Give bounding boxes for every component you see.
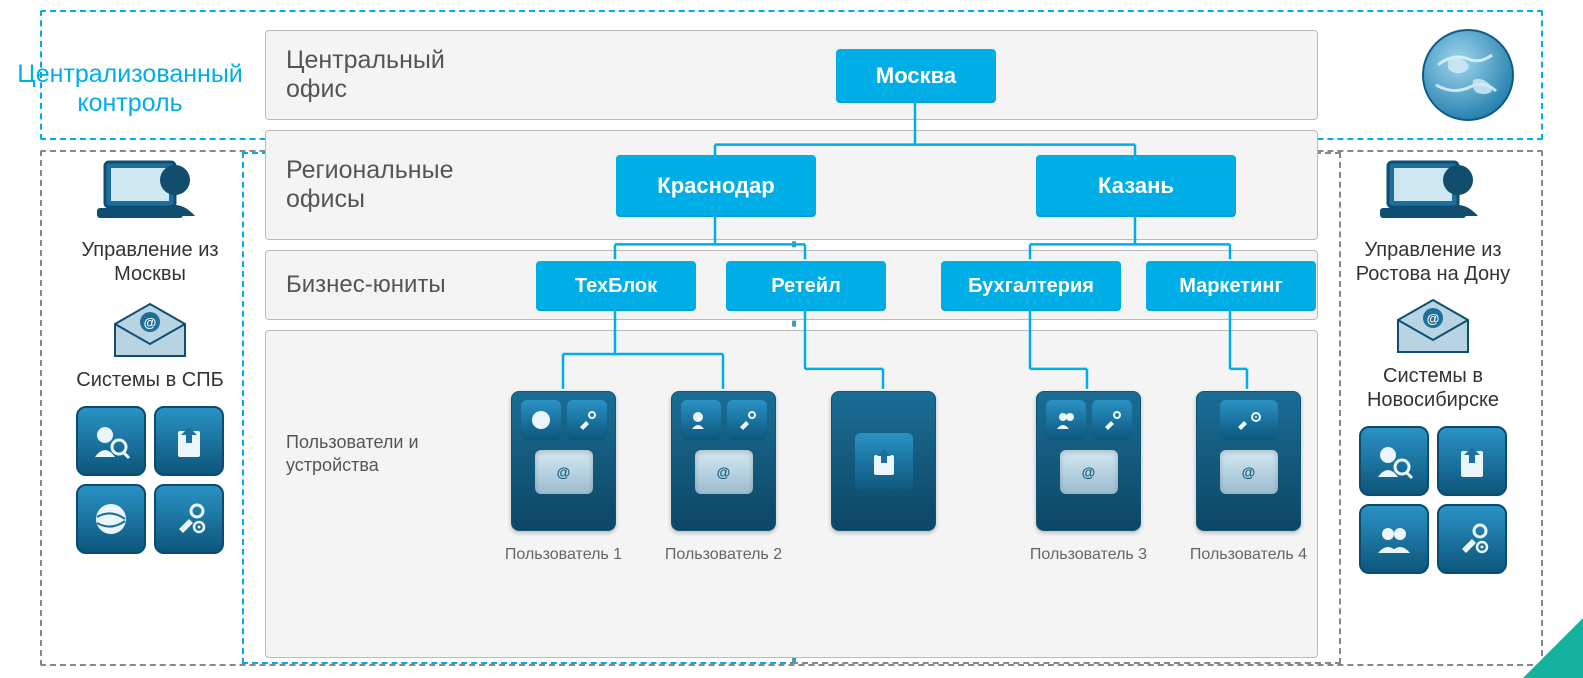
row-central-office: Центральный офис Москва	[265, 30, 1318, 120]
user-search-icon	[76, 406, 146, 476]
row-users-label: Пользователи и устройства	[286, 431, 466, 476]
mail-icon: @	[111, 302, 189, 360]
user3-caption: Пользователь 3	[1021, 546, 1156, 564]
right-manage-label: Управление из Ростова на Дону	[1338, 238, 1528, 286]
tools-mini-icon	[567, 400, 607, 440]
users-group-mini-icon	[1046, 400, 1086, 440]
laptop-user-icon	[1378, 150, 1488, 230]
node-accounting: Бухгалтерия	[941, 261, 1121, 311]
row-regional-label: Региональные офисы	[266, 156, 496, 214]
mail-projector-icon	[695, 450, 753, 494]
user-search-mini-icon	[681, 400, 721, 440]
row-central-label: Центральный офис	[266, 46, 496, 104]
user4-caption: Пользователь 4	[1181, 546, 1316, 564]
node-kazan: Казань	[1036, 155, 1236, 217]
upload-doc-icon	[154, 406, 224, 476]
node-retail: Ретейл	[726, 261, 886, 311]
laptop-user-icon	[95, 150, 205, 230]
user-search-icon	[1359, 426, 1429, 496]
tools-mini-icon	[1092, 400, 1132, 440]
user1-caption: Пользователь 1	[496, 546, 631, 564]
device-card-user2	[671, 391, 776, 531]
mail-icon: @	[1394, 298, 1472, 356]
globe-mini-icon	[521, 400, 561, 440]
globe-tile-icon	[76, 484, 146, 554]
right-icon-grid	[1359, 426, 1507, 574]
row-regional-offices: Региональные офисы Краснодар Казань	[265, 130, 1318, 240]
left-manage-label: Управление из Москвы	[55, 238, 245, 286]
tools-icon	[1437, 504, 1507, 574]
left-systems-label: Системы в СПБ	[76, 368, 223, 392]
row-business-units: Бизнес-юниты ТехБлок Ретейл Бухгалтерия …	[265, 250, 1318, 320]
device-card-user1	[511, 391, 616, 531]
node-krasnodar: Краснодар	[616, 155, 816, 217]
upload-mini-icon	[855, 433, 913, 491]
device-card-user4	[1196, 391, 1301, 531]
device-card-retail	[831, 391, 936, 531]
users-group-icon	[1359, 504, 1429, 574]
device-card-user3	[1036, 391, 1141, 531]
centralized-control-label: Централизованный контроль	[0, 60, 260, 118]
node-techblock: ТехБлок	[536, 261, 696, 311]
tools-mini-icon	[727, 400, 767, 440]
mail-projector-icon	[1220, 450, 1278, 494]
tools-icon	[154, 484, 224, 554]
right-systems-label: Системы в Новосибирске	[1338, 364, 1528, 412]
left-icon-grid	[76, 406, 224, 554]
row-bu-label: Бизнес-юниты	[266, 271, 496, 299]
node-moscow: Москва	[836, 49, 996, 103]
user2-caption: Пользователь 2	[656, 546, 791, 564]
mail-projector-icon	[1060, 450, 1118, 494]
row-users-devices: Пользователи и устройства Пользователь 1…	[265, 330, 1318, 658]
node-marketing: Маркетинг	[1146, 261, 1316, 311]
tools-mini-icon	[1220, 400, 1278, 440]
center-stack: Центральный офис Москва Региональные офи…	[265, 30, 1318, 658]
svg-text:@: @	[144, 315, 157, 330]
upload-doc-icon	[1437, 426, 1507, 496]
svg-text:@: @	[1427, 311, 1440, 326]
globe-icon	[1408, 25, 1528, 125]
mail-projector-icon	[535, 450, 593, 494]
corner-accent	[1523, 618, 1583, 678]
